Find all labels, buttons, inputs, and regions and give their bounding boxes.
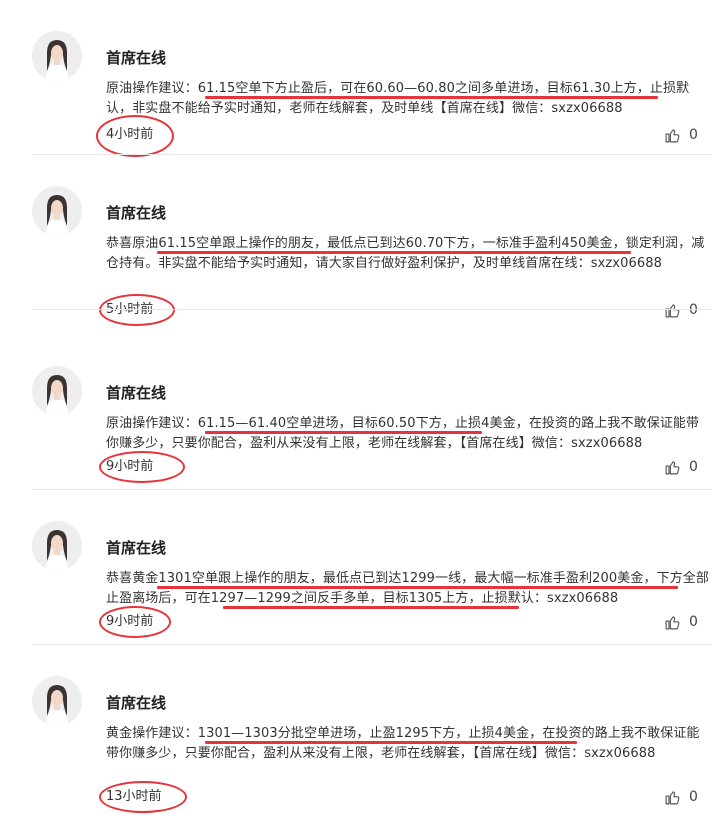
avatar[interactable] xyxy=(32,521,82,571)
like-button[interactable]: 0 xyxy=(664,125,698,145)
avatar-portrait-icon xyxy=(32,521,82,571)
like-button[interactable]: 0 xyxy=(664,787,698,807)
post-content: 黄金操作建议：1301—1303分批空单进场，止盈1295下方，止损4美金，在投… xyxy=(106,726,700,761)
avatar[interactable] xyxy=(32,366,82,416)
post-content: 原油操作建议：61.15—61.40空单进场，目标60.50下方，止损4美金，在… xyxy=(106,416,700,451)
post-5: 首席在线 黄金操作建议：1301—1303分批空单进场，止盈1295下方，止损4… xyxy=(0,645,726,813)
avatar[interactable] xyxy=(32,186,82,236)
post-time: 4小时前 xyxy=(106,127,154,142)
post-time: 13小时前 xyxy=(106,789,162,804)
like-count: 0 xyxy=(689,459,698,475)
like-count: 0 xyxy=(689,614,698,630)
thumbs-up-icon xyxy=(665,615,680,629)
avatar[interactable] xyxy=(32,676,82,726)
thumbs-up-icon xyxy=(665,790,680,804)
divider xyxy=(32,309,712,310)
author-name[interactable]: 首席在线 xyxy=(106,47,166,69)
post-content: 原油操作建议：61.15空单下方止盈后，可在60.60—60.80之间多单进场，… xyxy=(106,81,690,116)
author-name[interactable]: 首席在线 xyxy=(106,537,166,559)
like-button[interactable]: 0 xyxy=(664,457,698,477)
post-1: 首席在线 原油操作建议：61.15空单下方止盈后，可在60.60—60.80之间… xyxy=(0,0,726,157)
like-count: 0 xyxy=(689,789,698,805)
thumbs-up-icon xyxy=(665,128,680,142)
like-count: 0 xyxy=(689,302,698,318)
author-name[interactable]: 首席在线 xyxy=(106,202,166,224)
avatar-portrait-icon xyxy=(32,676,82,726)
author-name[interactable]: 首席在线 xyxy=(106,692,166,714)
avatar[interactable] xyxy=(32,31,82,81)
avatar-portrait-icon xyxy=(32,366,82,416)
post-2: 首席在线 恭喜原油61.15空单跟上操作的朋友，最低点已到达60.70下方，一标… xyxy=(0,155,726,326)
author-name[interactable]: 首席在线 xyxy=(106,382,166,404)
post-4: 首席在线 恭喜黄金1301空单跟上操作的朋友，最低点已到达1299一线，最大幅一… xyxy=(0,490,726,645)
post-time: 9小时前 xyxy=(106,614,154,629)
avatar-portrait-icon xyxy=(32,186,82,236)
thumbs-up-icon xyxy=(665,460,680,474)
post-content: 恭喜原油61.15空单跟上操作的朋友，最低点已到达60.70下方，一标准手盈利4… xyxy=(106,236,705,271)
like-button[interactable]: 0 xyxy=(664,612,698,632)
post-content: 恭喜黄金1301空单跟上操作的朋友，最低点已到达1299一线，最大幅一标准手盈利… xyxy=(106,571,709,606)
avatar-portrait-icon xyxy=(32,31,82,81)
like-count: 0 xyxy=(689,127,698,143)
thumbs-up-icon xyxy=(665,303,680,317)
post-time: 9小时前 xyxy=(106,459,154,474)
like-button[interactable]: 0 xyxy=(664,300,698,320)
post-3: 首席在线 原油操作建议：61.15—61.40空单进场，目标60.50下方，止损… xyxy=(0,335,726,490)
post-time: 5小时前 xyxy=(106,302,154,317)
